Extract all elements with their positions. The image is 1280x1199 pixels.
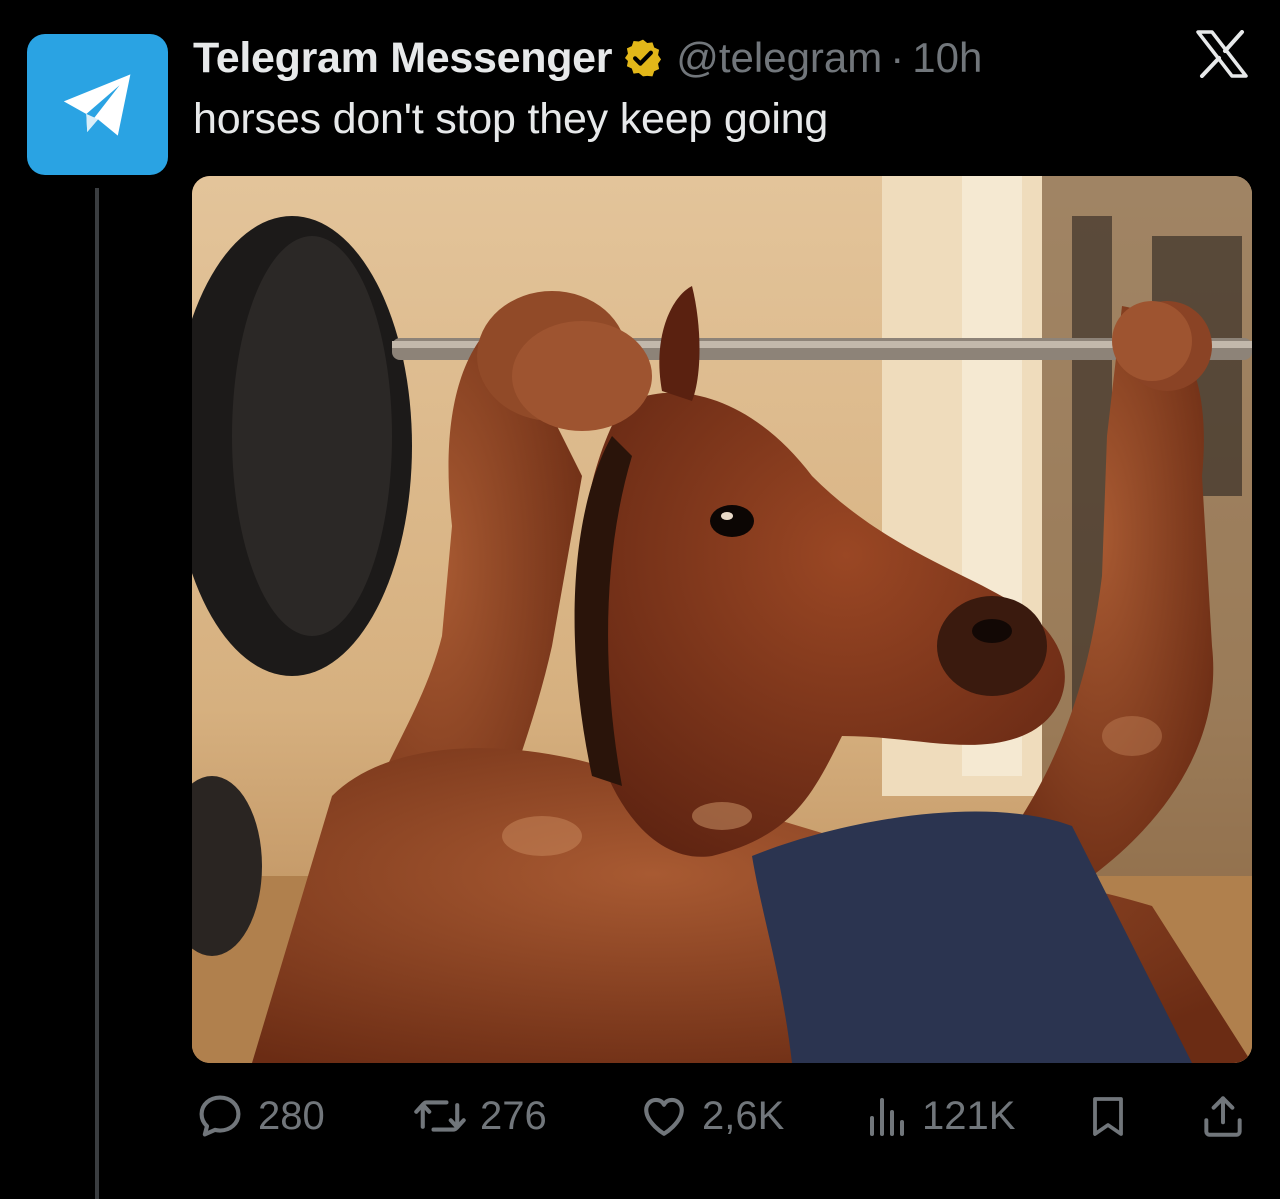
x-logo-icon bbox=[1196, 30, 1248, 78]
bookmark-button[interactable] bbox=[1084, 1086, 1132, 1146]
repost-icon bbox=[414, 1100, 466, 1132]
tweet-media-image[interactable] bbox=[192, 176, 1252, 1063]
timestamp[interactable]: 10h bbox=[912, 34, 982, 82]
tweet-text: horses don't stop they keep going bbox=[193, 95, 829, 143]
views-count: 121K bbox=[922, 1093, 1016, 1138]
tweet-actions: 280 276 2,6K 121K bbox=[192, 1086, 1252, 1146]
tweet-header: Telegram Messenger @telegram · 10h bbox=[193, 30, 982, 86]
like-button[interactable]: 2,6K bbox=[638, 1086, 784, 1146]
share-icon bbox=[1204, 1096, 1242, 1137]
like-count: 2,6K bbox=[702, 1093, 785, 1138]
author-handle[interactable]: @telegram bbox=[676, 34, 882, 82]
views-button[interactable]: 121K bbox=[862, 1086, 1015, 1146]
telegram-paper-plane-icon bbox=[63, 73, 130, 136]
thread-line bbox=[95, 188, 99, 1199]
heart-icon bbox=[644, 1097, 684, 1136]
reply-button[interactable]: 280 bbox=[194, 1086, 325, 1146]
bookmark-icon bbox=[1093, 1097, 1123, 1136]
repost-button[interactable]: 276 bbox=[412, 1086, 547, 1146]
share-button[interactable] bbox=[1198, 1086, 1248, 1146]
repost-count: 276 bbox=[480, 1093, 547, 1138]
separator-dot: · bbox=[890, 34, 905, 81]
reply-count: 280 bbox=[258, 1093, 325, 1138]
avatar[interactable] bbox=[27, 34, 168, 175]
reply-icon bbox=[199, 1095, 241, 1137]
author-name[interactable]: Telegram Messenger bbox=[193, 34, 613, 83]
verified-badge-icon[interactable] bbox=[622, 37, 664, 79]
analytics-icon bbox=[870, 1098, 904, 1136]
